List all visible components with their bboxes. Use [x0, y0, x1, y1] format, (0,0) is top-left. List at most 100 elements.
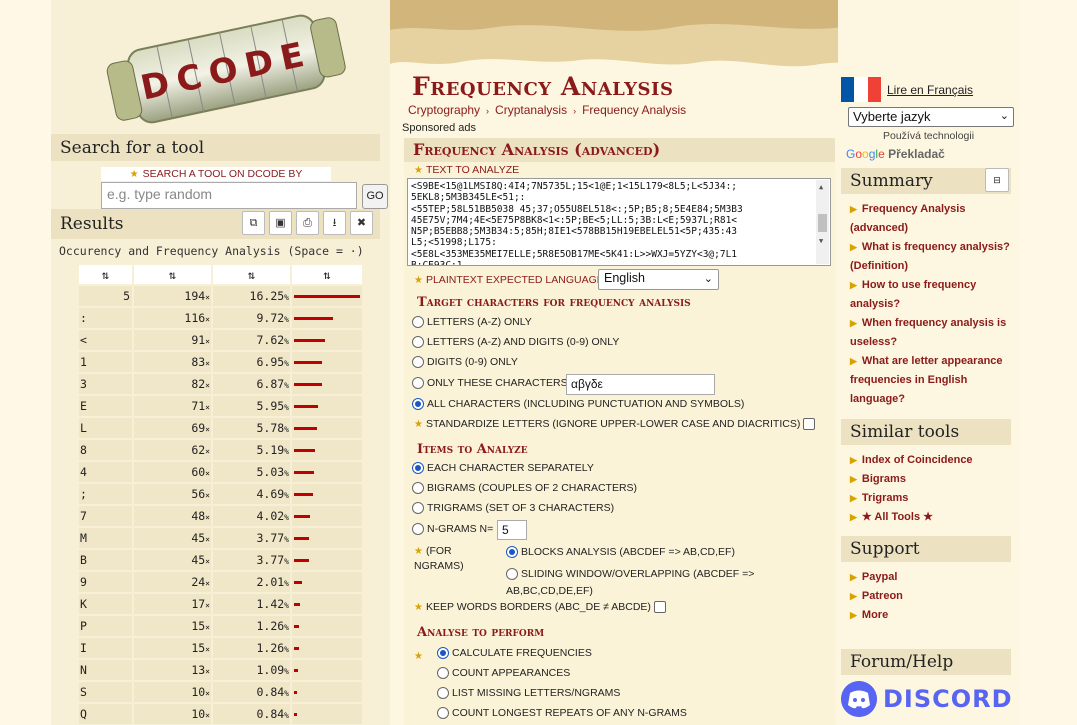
sort-bar-header[interactable]: ⇅ [292, 265, 362, 284]
frequency-percent: 0.84% [213, 682, 290, 702]
summary-link-useless-label: When frequency analysis is useless? [850, 317, 1007, 348]
radio-list-missing[interactable] [437, 687, 449, 700]
frequency-count-value: 194 [184, 289, 206, 303]
tool-search-input[interactable]: e.g. type random [101, 182, 357, 209]
similar-tools-heading: Similar tools [841, 419, 1011, 445]
analyse-option-frequencies[interactable]: CALCULATE FREQUENCIES [437, 647, 592, 660]
frequency-count-value: 91 [191, 333, 206, 347]
star-icon: ★ [414, 275, 423, 286]
radio-each-character[interactable] [412, 462, 424, 475]
percent-symbol: % [284, 623, 289, 632]
these-characters-input[interactable]: αβγδε [566, 374, 715, 395]
translate-language-select[interactable]: Vyberte jazyk ⌄ [848, 107, 1014, 127]
summary-link-useless[interactable]: ▶ When frequency analysis is useless? [850, 314, 1014, 352]
frequency-char: < [79, 330, 132, 350]
radio-letters-digits[interactable] [412, 336, 424, 349]
plaintext-language-select[interactable]: English ⌄ [598, 269, 719, 290]
copy-icon[interactable]: ⧉ [242, 211, 265, 235]
radio-these-chars[interactable] [412, 377, 424, 390]
support-link-more[interactable]: ▶ More [850, 606, 1014, 625]
discord-link[interactable]: DISCORD [841, 681, 1013, 717]
breadcrumb-cryptanalysis[interactable]: Cryptanalysis [495, 103, 567, 117]
frequency-row: L 69× 5.78% [79, 418, 362, 438]
radio-ngrams[interactable] [412, 523, 424, 536]
ngram-size-input[interactable]: 5 [497, 520, 527, 540]
summary-link-how-to[interactable]: ▶ How to use frequency analysis? [850, 276, 1014, 314]
frequency-percent: 5.78% [213, 418, 290, 438]
frequency-char: M [79, 528, 132, 548]
radio-sliding[interactable] [506, 568, 518, 581]
frequency-bar [294, 603, 300, 606]
items-option-trigrams[interactable]: TRIGRAMS (SET OF 3 CHARACTERS) [412, 502, 614, 515]
sliding-window-option[interactable]: SLIDING WINDOW/OVERLAPPING (ABCDEF => AB… [506, 566, 756, 600]
times-symbol: × [205, 645, 210, 654]
similar-link-trigrams[interactable]: ▶ Trigrams [850, 489, 1014, 508]
similar-link-all-tools[interactable]: ▶ ★ All Tools ★ [850, 508, 1014, 527]
radio-calculate-frequencies[interactable] [437, 647, 449, 660]
radio-letters[interactable] [412, 316, 424, 329]
target-option-digits[interactable]: DIGITS (0-9) ONLY [412, 356, 518, 369]
radio-blocks[interactable] [506, 546, 518, 559]
radio-bigrams[interactable] [412, 482, 424, 495]
frequency-bar-cell [292, 396, 362, 416]
google-translate-logo[interactable]: Google Překladač [846, 147, 945, 161]
frequency-count-value: 10 [191, 685, 206, 699]
arrow-icon: ▶ [850, 512, 857, 522]
frequency-count-value: 71 [191, 399, 206, 413]
radio-digits[interactable] [412, 356, 424, 369]
items-option-each[interactable]: EACH CHARACTER SEPARATELY [412, 462, 594, 475]
breadcrumb-frequency-analysis[interactable]: Frequency Analysis [582, 103, 686, 117]
collapse-icon[interactable]: ⊟ [985, 168, 1009, 192]
radio-all-characters[interactable] [412, 398, 424, 411]
summary-link-tool[interactable]: ▶ Frequency Analysis (advanced) [850, 200, 1014, 238]
keep-word-borders-option[interactable]: ★ KEEP WORDS BORDERS (ABC_DE ≠ ABCDE) [414, 601, 666, 614]
items-option-ngrams[interactable]: N-GRAMS N= [412, 523, 493, 536]
analyse-option-repeats[interactable]: COUNT LONGEST REPEATS OF ANY N-GRAMS [437, 707, 687, 720]
frequency-count: 13× [134, 660, 211, 680]
save-icon[interactable]: ▣ [269, 211, 292, 235]
print-icon[interactable]: ⎙ [296, 211, 319, 235]
close-icon[interactable]: ✖ [350, 211, 373, 235]
textarea-scrollbar[interactable]: ▲ ▼ [816, 180, 829, 264]
analyse-option-missing[interactable]: LIST MISSING LETTERS/NGRAMS [437, 687, 620, 700]
scroll-up-icon[interactable]: ▲ [819, 182, 823, 193]
download-icon[interactable]: ⭳ [323, 211, 346, 235]
text-to-analyze-input[interactable]: <S9BE<15@1LMSI8Q:4I4;7N5735L;15<1@E;1<15… [407, 178, 831, 266]
french-flag-icon[interactable] [841, 77, 881, 102]
summary-link-definition[interactable]: ▶ What is frequency analysis? (Definition… [850, 238, 1014, 276]
sort-char-header[interactable]: ⇅ [79, 265, 132, 284]
target-option-letters[interactable]: LETTERS (A-Z) ONLY [412, 316, 532, 329]
support-link-patreon[interactable]: ▶ Patreon [850, 587, 1014, 606]
frequency-bar-cell [292, 308, 362, 328]
target-option-all[interactable]: ALL CHARACTERS (INCLUDING PUNCTUATION AN… [412, 398, 744, 411]
support-link-paypal[interactable]: ▶ Paypal [850, 568, 1014, 587]
scrollbar-thumb[interactable] [818, 214, 827, 232]
frequency-row: N 13× 1.09% [79, 660, 362, 680]
blocks-analysis-option[interactable]: BLOCKS ANALYSIS (ABCDEF => AB,CD,EF) [506, 546, 735, 559]
radio-trigrams[interactable] [412, 502, 424, 515]
page-background-right [1020, 0, 1077, 725]
similar-link-all-tools-label: ★ All Tools ★ [861, 511, 933, 523]
summary-link-english-frequencies[interactable]: ▶ What are letter appearance frequencies … [850, 352, 1014, 408]
target-option-these-chars-label: ONLY THESE CHARACTERS: [427, 377, 571, 389]
go-button[interactable]: GO [362, 184, 388, 209]
standardize-letters-option[interactable]: ★ STANDARDIZE LETTERS (IGNORE UPPER-LOWER… [414, 418, 816, 431]
similar-link-bigrams-label: Bigrams [861, 473, 906, 485]
standardize-checkbox[interactable] [803, 418, 816, 431]
breadcrumb-cryptography[interactable]: Cryptography [408, 103, 480, 117]
radio-count-appearances[interactable] [437, 667, 449, 680]
similar-link-ioc[interactable]: ▶ Index of Coincidence [850, 451, 1014, 470]
target-option-these-chars[interactable]: ONLY THESE CHARACTERS: [412, 377, 571, 390]
scroll-down-icon[interactable]: ▼ [819, 236, 823, 247]
similar-link-bigrams[interactable]: ▶ Bigrams [850, 470, 1014, 489]
radio-longest-repeats[interactable] [437, 707, 449, 720]
frequency-count: 15× [134, 638, 211, 658]
dcode-logo[interactable]: DCODE [91, 4, 361, 132]
sort-percent-header[interactable]: ⇅ [213, 265, 290, 284]
sort-count-header[interactable]: ⇅ [134, 265, 211, 284]
items-option-bigrams[interactable]: BIGRAMS (COUPLES OF 2 CHARACTERS) [412, 482, 637, 495]
target-option-letters-digits[interactable]: LETTERS (A-Z) AND DIGITS (0-9) ONLY [412, 336, 619, 349]
french-version-link[interactable]: Lire en Français [887, 83, 973, 97]
analyse-option-appearances[interactable]: COUNT APPEARANCES [437, 667, 570, 680]
keep-borders-checkbox[interactable] [653, 601, 666, 614]
